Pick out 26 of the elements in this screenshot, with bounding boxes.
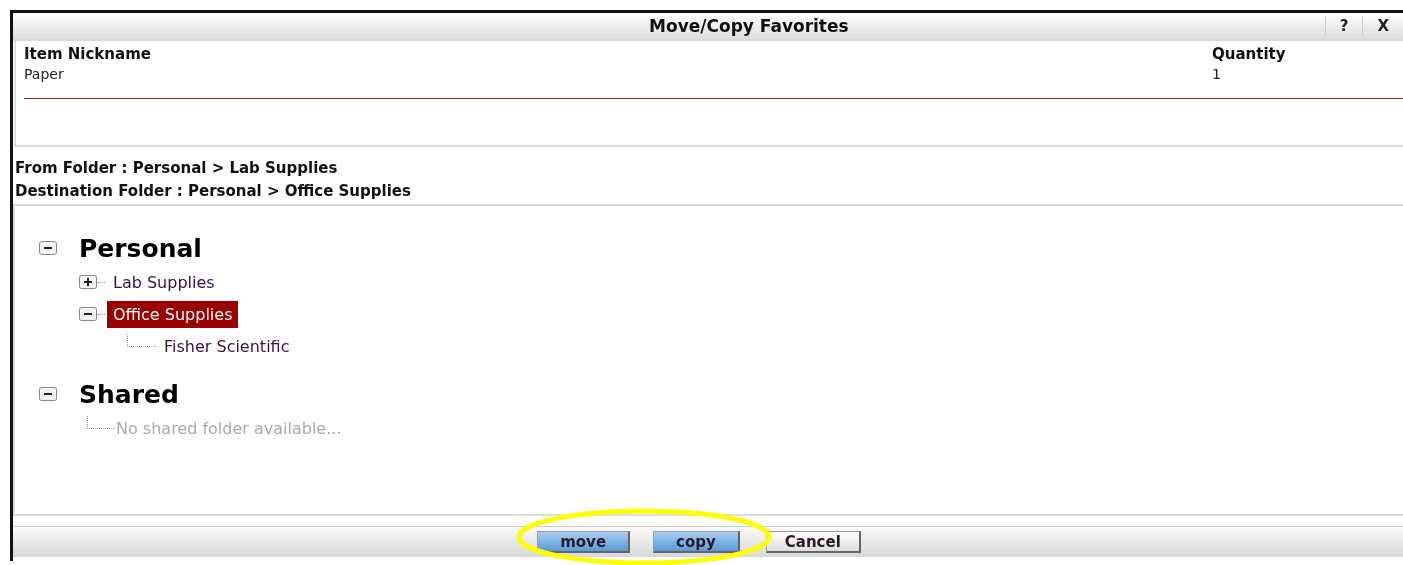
tree-connector xyxy=(127,333,156,347)
table-cell-text: 1 xyxy=(1212,65,1222,82)
action-button[interactable]: move xyxy=(537,531,631,553)
destination-folder-path: Destination Folder : Personal > Office Supplies xyxy=(15,182,412,200)
window-title: Move/Copy Favorites xyxy=(648,16,850,36)
column-header: Quantity xyxy=(1212,45,1287,63)
action-button[interactable]: copy xyxy=(653,531,740,553)
folder-item[interactable]: Fisher Scientific xyxy=(158,332,296,360)
column-header: Item Nickname xyxy=(24,45,152,63)
table-cell-text: Paper xyxy=(24,65,65,82)
close-button[interactable]: X xyxy=(1362,16,1403,36)
tree-connector xyxy=(97,281,105,283)
tree-connector xyxy=(87,415,114,429)
collapse-icon[interactable] xyxy=(39,387,57,401)
cancel-button[interactable]: Cancel xyxy=(765,531,861,553)
folder-item[interactable]: Office Supplies xyxy=(107,300,239,328)
from-folder-path: From Folder : Personal > Lab Supplies xyxy=(15,159,339,177)
expand-icon[interactable] xyxy=(79,275,97,289)
collapse-icon[interactable] xyxy=(79,307,97,321)
tree-root-label[interactable]: Personal xyxy=(79,233,202,263)
tree-root-label[interactable]: Shared xyxy=(79,379,179,409)
folder-item[interactable]: Lab Supplies xyxy=(107,268,221,296)
help-button[interactable]: ? xyxy=(1324,16,1363,36)
tree-connector xyxy=(97,313,105,315)
collapse-icon[interactable] xyxy=(39,241,57,255)
empty-message: No shared folder available... xyxy=(115,417,343,440)
